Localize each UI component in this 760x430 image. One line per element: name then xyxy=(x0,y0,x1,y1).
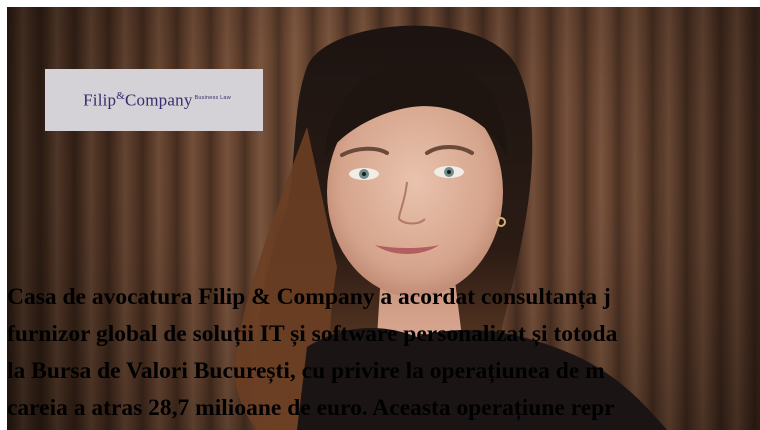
logo-wordmark: Filip&Company Business Law xyxy=(83,89,231,110)
logo-tagline: Business Law xyxy=(194,94,231,101)
headline-line: Casa de avocatura Filip & Company a acor… xyxy=(7,284,611,310)
headline-line: furnizor global de soluții IT și softwar… xyxy=(7,321,618,347)
company-logo: Filip&Company Business Law xyxy=(45,69,263,131)
headline-overlay: Casa de avocatura Filip & Company a acor… xyxy=(7,279,760,427)
headline-line: la Bursa de Valori București, cu privire… xyxy=(7,358,605,384)
headline-line: careia a atras 28,7 milioane de euro. Ac… xyxy=(7,395,615,421)
